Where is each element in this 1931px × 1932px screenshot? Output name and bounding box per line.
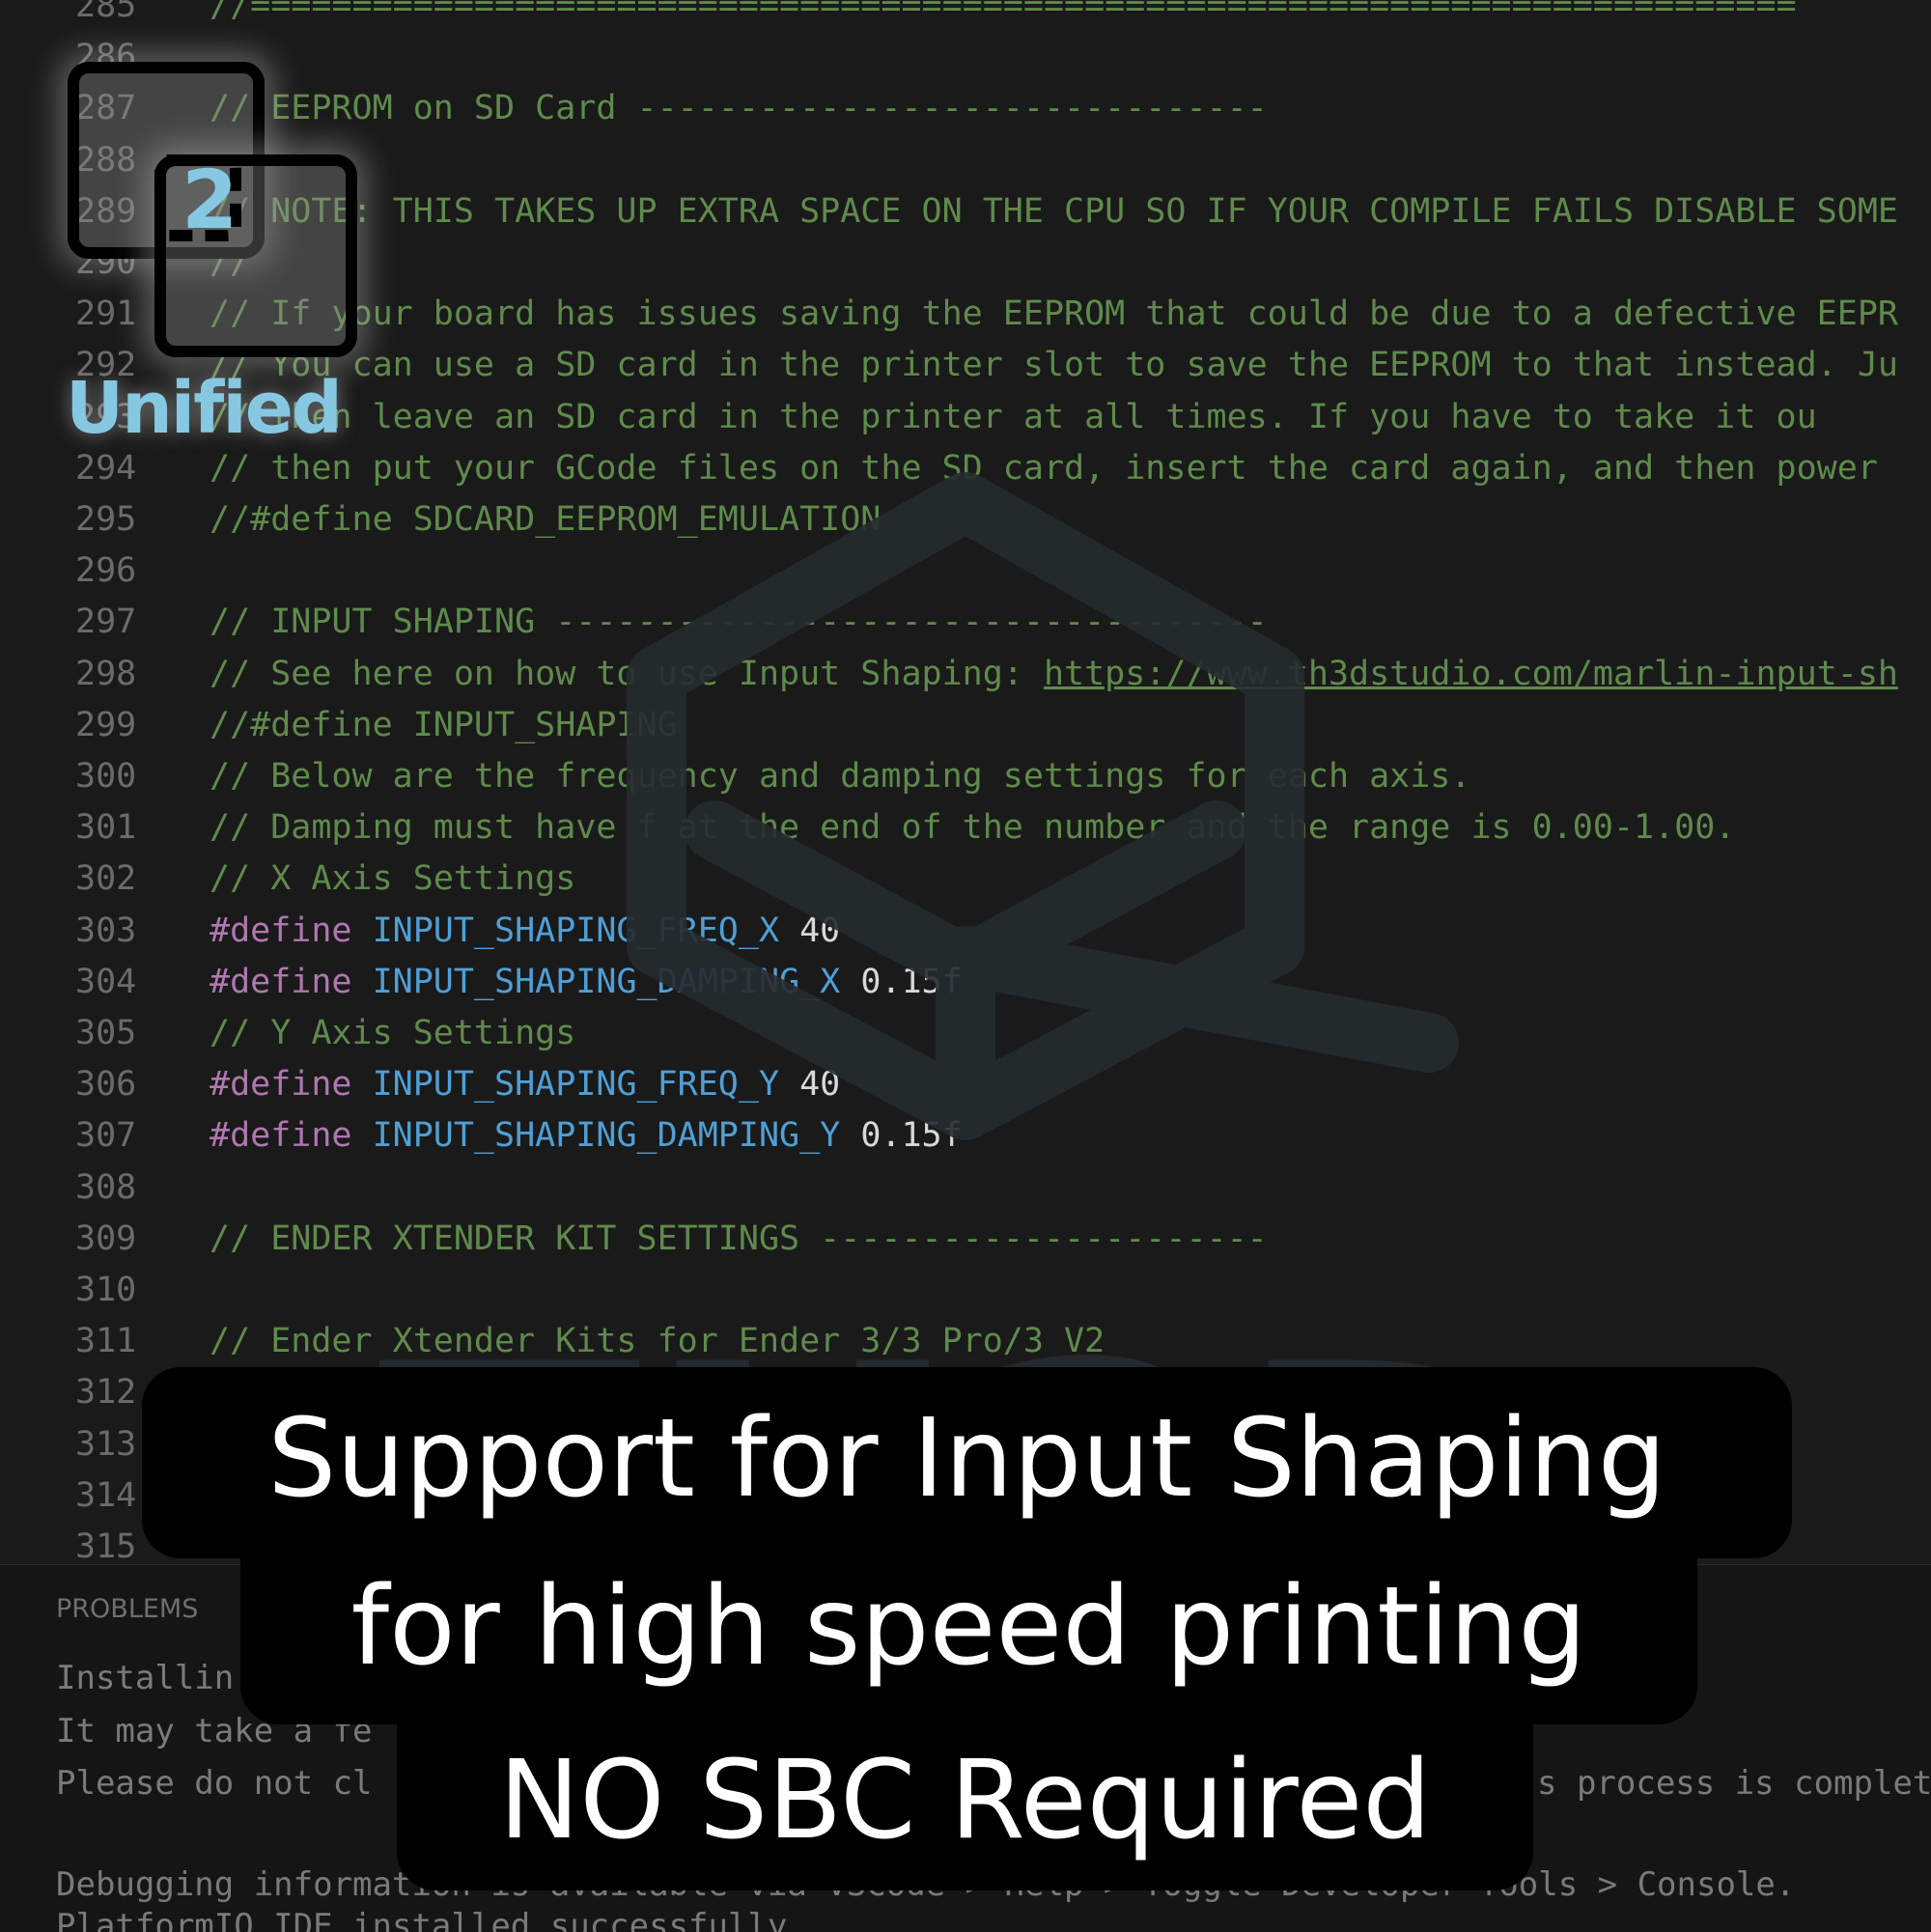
output-line: Please do not cl: [56, 1764, 373, 1803]
code-text: // INPUT SHAPING -----------------------…: [210, 597, 1268, 648]
code-token-number: 40: [799, 910, 841, 950]
line-number: 312: [75, 1373, 137, 1413]
code-token-keyword: #define: [210, 962, 373, 1001]
line-number: 304: [75, 962, 137, 1001]
caption-line-1: Support for Input Shaping: [267, 1396, 1666, 1522]
code-text: // X Axis Settings: [210, 854, 575, 905]
code-token-comment: // Damping must have f at the end of the…: [210, 808, 1736, 848]
code-token-ident: INPUT_SHAPING_FREQ_X: [372, 910, 800, 950]
line-number: 302: [75, 859, 137, 899]
code-text: #define INPUT_SHAPING_DAMPING_Y 0.15f: [210, 1110, 963, 1162]
line-number: 305: [75, 1014, 137, 1052]
caption-box-1: Support for Input Shaping: [142, 1367, 1792, 1558]
code-text: // ENDER XTENDER KIT SETTINGS ----------…: [210, 1214, 1268, 1265]
code-text: // Below are the frequency and damping s…: [210, 751, 1470, 802]
code-token-comment: // then leave an SD card in the printer …: [210, 397, 1817, 436]
line-number: 308: [75, 1167, 137, 1207]
output-line: s process is complet: [1537, 1764, 1931, 1803]
code-token-comment: //#define INPUT_SHAPING: [210, 705, 678, 744]
code-token-comment: // X Axis Settings: [210, 859, 576, 899]
line-number: 297: [75, 602, 137, 642]
code-token-keyword: #define: [210, 910, 373, 950]
line-number: 303: [75, 910, 137, 950]
line-number: 301: [75, 808, 137, 848]
caption-box-3: NO SBC Required: [397, 1715, 1533, 1890]
code-text: // Y Axis Settings: [210, 1008, 575, 1059]
line-number: 299: [75, 705, 137, 744]
code-token-comment: // Below are the frequency and damping s…: [210, 757, 1471, 796]
line-number: 311: [75, 1322, 137, 1361]
code-text: // Damping must have f at the end of the…: [210, 802, 1735, 854]
code-token-number: 0.15f: [860, 1116, 963, 1156]
code-text: // If your board has issues saving the E…: [210, 289, 1898, 340]
output-line: PlatformIO IDE installed successfully: [56, 1907, 788, 1932]
code-token-comment: // NOTE: THIS TAKES UP EXTRA SPACE ON TH…: [210, 191, 1898, 231]
code-token-number: 0.15f: [860, 962, 963, 1001]
code-token-comment: // See here on how to use Input Shaping:: [210, 654, 1044, 693]
logo-word: Unified: [66, 367, 343, 450]
code-text: // You can use a SD card in the printer …: [210, 340, 1898, 391]
line-number: 306: [75, 1065, 137, 1105]
output-line: Installin: [56, 1659, 235, 1697]
code-token-keyword: #define: [210, 1065, 373, 1105]
line-number: 298: [75, 654, 137, 693]
line-number: 295: [75, 500, 137, 539]
line-number: 300: [75, 757, 137, 796]
code-token-comment: // ENDER XTENDER KIT SETTINGS ----------…: [210, 1218, 1268, 1258]
code-token-ident: INPUT_SHAPING_FREQ_Y: [372, 1065, 800, 1105]
caption-box-2: for high speed printing: [240, 1545, 1697, 1724]
line-number: 296: [75, 551, 137, 591]
code-text: // then put your GCode files on the SD c…: [210, 443, 1878, 494]
line-number: 313: [75, 1424, 137, 1464]
logo-number: 2: [182, 153, 238, 247]
line-number: 315: [75, 1527, 137, 1564]
line-number: 285: [75, 0, 137, 25]
unified-2-logo: 2 Unified: [39, 39, 386, 463]
code-token-comment: // You can use a SD card in the printer …: [210, 346, 1898, 385]
code-text: #define INPUT_SHAPING_DAMPING_X 0.15f: [210, 957, 963, 1008]
code-link[interactable]: https://www.th3dstudio.com/marlin-input-…: [1044, 655, 1898, 693]
caption-line-3: NO SBC Required: [498, 1738, 1432, 1863]
code-text: // NOTE: THIS TAKES UP EXTRA SPACE ON TH…: [210, 186, 1898, 238]
code-text: // Ender Xtender Kits for Ender 3/3 Pro/…: [210, 1316, 1105, 1367]
code-token-comment: //======================================…: [210, 0, 1797, 25]
code-token-keyword: #define: [210, 1116, 373, 1156]
code-text: // then leave an SD card in the printer …: [210, 392, 1817, 443]
code-token-ident: INPUT_SHAPING_DAMPING_X: [372, 962, 861, 1001]
code-token-number: 40: [799, 1065, 841, 1105]
code-text: //#define SDCARD_EEPROM_EMULATION: [210, 494, 881, 546]
code-token-comment: // Y Axis Settings: [210, 1014, 576, 1052]
code-token-comment: // Ender Xtender Kits for Ender 3/3 Pro/…: [210, 1322, 1105, 1361]
line-number: 314: [75, 1475, 137, 1515]
code-token-comment: // INPUT SHAPING -----------------------…: [210, 602, 1268, 642]
code-token-comment: // If your board has issues saving the E…: [210, 294, 1898, 334]
code-text: #define INPUT_SHAPING_FREQ_Y 40: [210, 1059, 840, 1110]
caption-line-2: for high speed printing: [350, 1564, 1587, 1690]
tab-problems[interactable]: PROBLEMS: [56, 1594, 198, 1624]
code-text: //======================================…: [210, 0, 1797, 32]
code-text: //#define INPUT_SHAPING: [210, 700, 678, 751]
line-number: 307: [75, 1116, 137, 1156]
code-token-comment: // then put your GCode files on the SD c…: [210, 448, 1878, 488]
line-number: 309: [75, 1218, 137, 1258]
code-token-comment: //#define SDCARD_EEPROM_EMULATION: [210, 500, 882, 539]
code-text: // See here on how to use Input Shaping:…: [210, 649, 1898, 700]
line-number: 310: [75, 1271, 137, 1309]
code-token-ident: INPUT_SHAPING_DAMPING_Y: [372, 1116, 861, 1156]
code-text: #define INPUT_SHAPING_FREQ_X 40: [210, 906, 840, 957]
